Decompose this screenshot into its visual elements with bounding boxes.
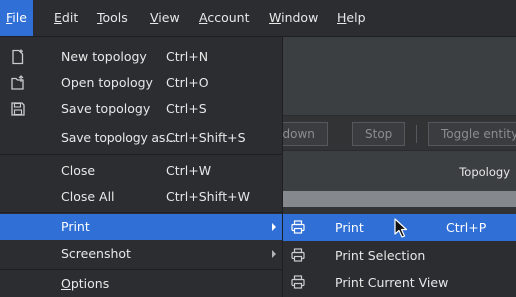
menu-window-label: indow bbox=[281, 10, 319, 25]
background-panel bbox=[282, 37, 516, 115]
menu-help-mnemonic: H bbox=[337, 10, 347, 25]
menu-edit[interactable]: Edit bbox=[48, 0, 84, 36]
menu-item-label: Save topology bbox=[61, 101, 151, 116]
menu-divider bbox=[0, 212, 282, 213]
submenu-item-print-selection[interactable]: Print Selection bbox=[283, 242, 516, 269]
topology-header: Topology bbox=[282, 151, 516, 191]
submenu-item-label: Print Current View bbox=[335, 275, 449, 290]
menu-item-label: Screenshot bbox=[61, 246, 131, 261]
menu-item-label: Options bbox=[61, 271, 109, 297]
menu-item-label: Print bbox=[61, 219, 90, 234]
menu-view-label: iew bbox=[158, 10, 180, 25]
submenu-item-print-current-view[interactable]: Print Current View bbox=[283, 269, 516, 296]
menu-item-shortcut: Ctrl+W bbox=[166, 163, 212, 178]
menu-item-shortcut: Ctrl+Shift+S bbox=[166, 130, 246, 145]
menu-window-mnemonic: W bbox=[269, 10, 282, 25]
menu-item-shortcut: Ctrl+N bbox=[166, 49, 209, 64]
menu-file[interactable]: File bbox=[0, 0, 33, 36]
stop-button[interactable]: Stop bbox=[352, 122, 406, 146]
toolbar: Shutdown Stop Toggle entity bbox=[242, 115, 516, 151]
toggle-entity-button[interactable]: Toggle entity bbox=[428, 122, 516, 146]
menu-item-open-topology[interactable]: Open topology Ctrl+O bbox=[0, 70, 282, 96]
menu-item-label: Save topology as... bbox=[61, 130, 177, 145]
menu-item-save-topology-as[interactable]: Save topology as... Ctrl+Shift+S bbox=[0, 125, 282, 151]
menu-window[interactable]: Window bbox=[263, 0, 324, 36]
menu-item-label: New topology bbox=[61, 49, 147, 64]
menu-item-close[interactable]: Close Ctrl+W bbox=[0, 158, 282, 184]
menu-item-close-all[interactable]: Close All Ctrl+Shift+W bbox=[0, 184, 282, 210]
menu-tools-label: ools bbox=[102, 10, 128, 25]
menu-item-label: Close All bbox=[61, 189, 115, 204]
progress-bar bbox=[282, 191, 516, 207]
menu-item-label: Open topology bbox=[61, 75, 153, 90]
menu-view[interactable]: View bbox=[144, 0, 186, 36]
menu-divider bbox=[0, 269, 282, 270]
submenu-item-shortcut: Ctrl+P bbox=[446, 220, 487, 235]
menu-account-label: ccount bbox=[207, 10, 250, 25]
menu-edit-mnemonic: E bbox=[54, 10, 62, 25]
new-file-icon bbox=[12, 49, 24, 65]
submenu-item-label: Print Selection bbox=[335, 248, 426, 263]
menu-item-options[interactable]: Options bbox=[0, 271, 282, 297]
menu-item-shortcut: Ctrl+Shift+W bbox=[166, 189, 250, 204]
menu-account[interactable]: Account bbox=[193, 0, 255, 36]
options-mnemonic: O bbox=[61, 276, 71, 291]
menu-item-shortcut: Ctrl+S bbox=[166, 101, 207, 116]
menu-help[interactable]: Help bbox=[331, 0, 372, 36]
menu-bar: File Edit Tools View Account Window Help bbox=[0, 0, 516, 37]
mouse-cursor-icon bbox=[394, 218, 408, 238]
open-file-icon bbox=[11, 75, 24, 90]
menu-item-save-topology[interactable]: Save topology Ctrl+S bbox=[0, 96, 282, 122]
file-menu-dropdown: New topology Ctrl+N Open topology Ctrl+O… bbox=[0, 37, 283, 297]
printer-icon bbox=[291, 220, 305, 234]
menu-item-new-topology[interactable]: New topology Ctrl+N bbox=[0, 44, 282, 70]
menu-edit-label: dit bbox=[61, 10, 79, 25]
menu-file-label: ile bbox=[12, 10, 27, 25]
menu-help-label: elp bbox=[346, 10, 366, 25]
save-icon bbox=[11, 102, 25, 116]
submenu-arrow-icon bbox=[272, 250, 276, 258]
menu-divider bbox=[0, 154, 282, 155]
menu-item-print[interactable]: Print bbox=[0, 214, 282, 240]
submenu-item-label: Print bbox=[335, 220, 364, 235]
printer-icon bbox=[291, 248, 305, 262]
submenu-arrow-icon bbox=[272, 223, 276, 231]
menu-item-screenshot[interactable]: Screenshot bbox=[0, 241, 282, 267]
printer-icon bbox=[291, 275, 305, 289]
toolbar-separator bbox=[416, 125, 417, 143]
menu-tools[interactable]: Tools bbox=[91, 0, 134, 36]
topology-label: Topology bbox=[459, 165, 510, 179]
menu-item-shortcut: Ctrl+O bbox=[166, 75, 209, 90]
options-label-rest: ptions bbox=[70, 276, 110, 291]
menu-item-label: Close bbox=[61, 163, 96, 178]
